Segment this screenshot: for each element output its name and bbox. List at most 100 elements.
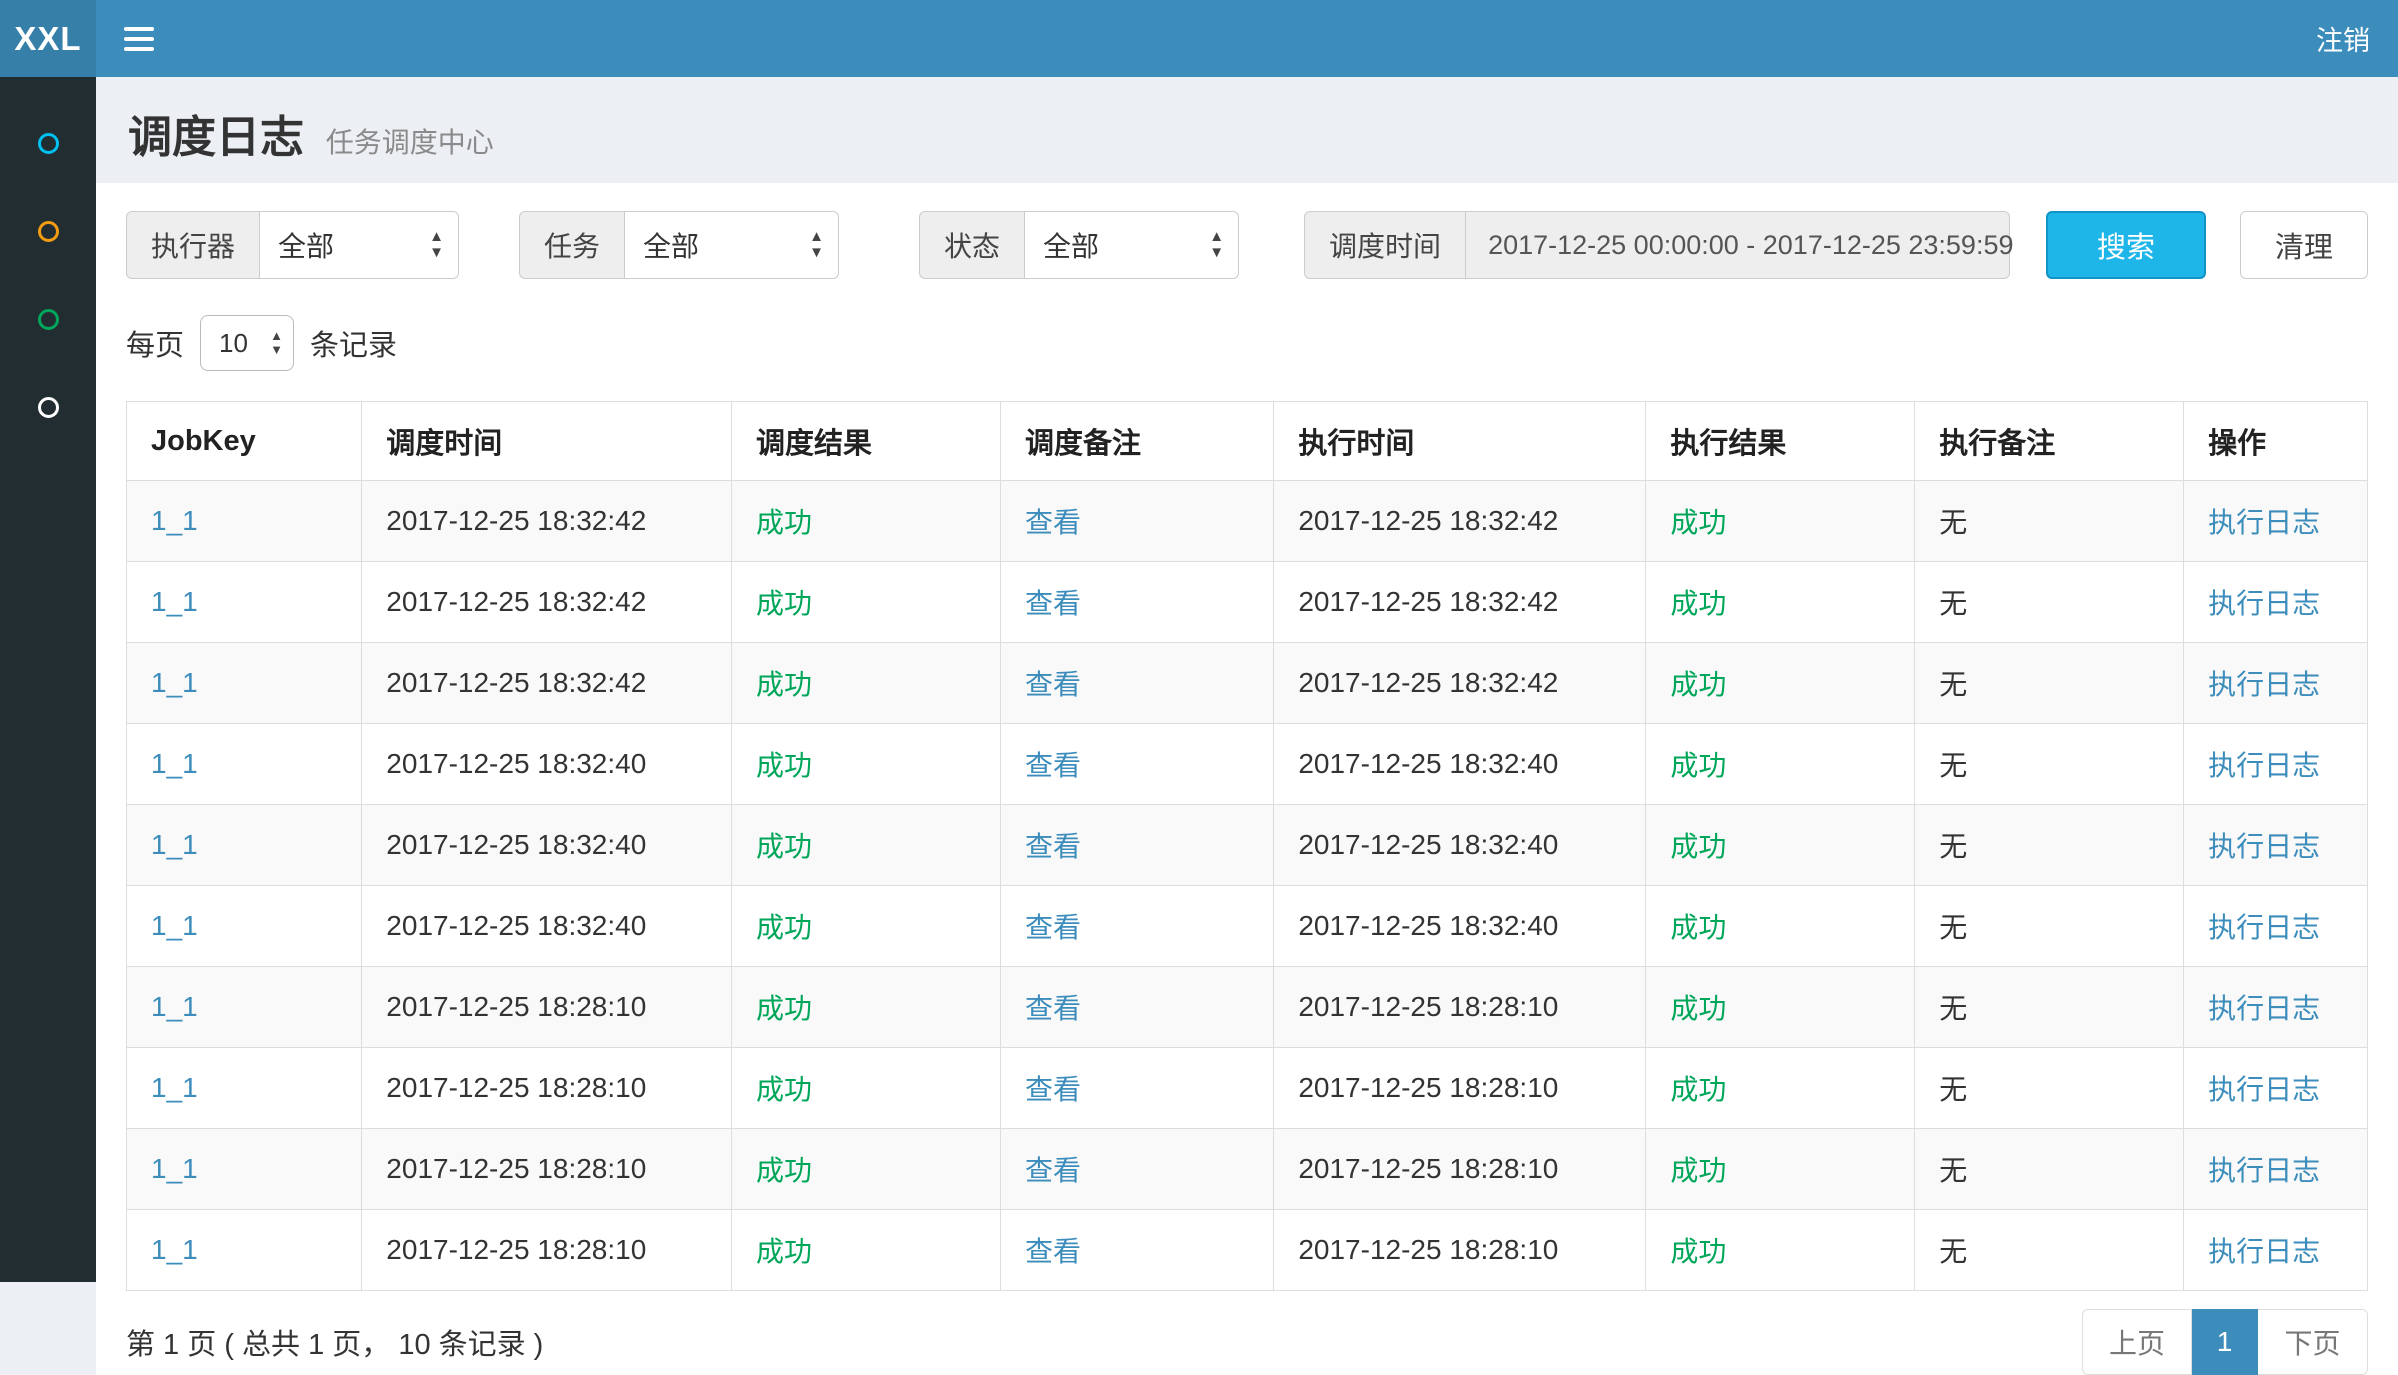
handle-result-cell: 成功 <box>1646 1210 1915 1291</box>
sidebar-item-4[interactable] <box>0 363 96 451</box>
trigger-memo-link[interactable]: 查看 <box>1025 1236 1081 1267</box>
trigger-memo-link[interactable]: 查看 <box>1025 1074 1081 1105</box>
trigger-memo-link[interactable]: 查看 <box>1025 669 1081 700</box>
filter-row: 执行器 全部 ▲▼ 任务 全部 ▲▼ 状态 全部 ▲▼ <box>126 211 2368 279</box>
log-table-head: JobKey 调度时间 调度结果 调度备注 执行时间 执行结果 执行备注 操作 <box>127 402 2368 481</box>
jobkey-link[interactable]: 1_1 <box>151 1234 198 1265</box>
exec-log-link-cell: 执行日志 <box>2184 724 2368 805</box>
circle-icon <box>38 221 59 242</box>
trigger-memo-link-cell: 查看 <box>1000 967 1273 1048</box>
jobkey-link-cell: 1_1 <box>127 1048 362 1129</box>
trigger-time-cell: 2017-12-25 18:32:40 <box>362 886 732 967</box>
exec-log-link-cell: 执行日志 <box>2184 1129 2368 1210</box>
job-filter: 任务 全部 ▲▼ <box>519 211 839 279</box>
jobkey-link[interactable]: 1_1 <box>151 1153 198 1184</box>
search-button[interactable]: 搜索 <box>2046 211 2206 279</box>
jobkey-link[interactable]: 1_1 <box>151 586 198 617</box>
exec-log-link[interactable]: 执行日志 <box>2208 912 2320 943</box>
exec-log-link[interactable]: 执行日志 <box>2208 831 2320 862</box>
next-page-button[interactable]: 下页 <box>2258 1309 2368 1375</box>
trigger-memo-link[interactable]: 查看 <box>1025 507 1081 538</box>
page-size-select[interactable]: 10 ▲▼ <box>200 315 294 371</box>
job-filter-value: 全部 <box>643 225 699 265</box>
column-header-trigger-time: 调度时间 <box>362 402 732 481</box>
exec-log-link[interactable]: 执行日志 <box>2208 669 2320 700</box>
sidebar-toggle-icon[interactable] <box>124 27 154 51</box>
main-content: 调度日志 任务调度中心 执行器 全部 ▲▼ 任务 全部 ▲▼ 状态 <box>96 77 2398 1282</box>
jobkey-link[interactable]: 1_1 <box>151 991 198 1022</box>
job-filter-select[interactable]: 全部 ▲▼ <box>624 211 839 279</box>
handle-memo-cell: 无 <box>1915 562 2184 643</box>
handle-result-cell: 成功 <box>1646 805 1915 886</box>
exec-log-link[interactable]: 执行日志 <box>2208 1074 2320 1105</box>
jobkey-link[interactable]: 1_1 <box>151 829 198 860</box>
handle-memo-cell: 无 <box>1915 1129 2184 1210</box>
jobkey-link[interactable]: 1_1 <box>151 667 198 698</box>
table-row: 1_12017-12-25 18:32:40成功查看2017-12-25 18:… <box>127 724 2368 805</box>
trigger-memo-link-cell: 查看 <box>1000 1048 1273 1129</box>
trigger-time-range-input[interactable]: 2017-12-25 00:00:00 - 2017-12-25 23:59:5… <box>1465 211 2010 279</box>
exec-log-link[interactable]: 执行日志 <box>2208 993 2320 1024</box>
exec-log-link[interactable]: 执行日志 <box>2208 588 2320 619</box>
table-row: 1_12017-12-25 18:28:10成功查看2017-12-25 18:… <box>127 1129 2368 1210</box>
column-header-trigger-memo: 调度备注 <box>1000 402 1273 481</box>
app-logo[interactable]: XXL <box>0 0 96 77</box>
trigger-memo-link-cell: 查看 <box>1000 724 1273 805</box>
column-header-action: 操作 <box>2184 402 2368 481</box>
jobkey-link-cell: 1_1 <box>127 562 362 643</box>
length-suffix-label: 条记录 <box>310 322 397 364</box>
executor-filter-select[interactable]: 全部 ▲▼ <box>259 211 459 279</box>
select-arrows-icon: ▲▼ <box>1209 229 1224 261</box>
jobkey-link[interactable]: 1_1 <box>151 505 198 536</box>
executor-filter-value: 全部 <box>278 225 334 265</box>
trigger-memo-link[interactable]: 查看 <box>1025 912 1081 943</box>
column-header-jobkey: JobKey <box>127 402 362 481</box>
handle-time-cell: 2017-12-25 18:28:10 <box>1274 1210 1646 1291</box>
trigger-time-cell: 2017-12-25 18:28:10 <box>362 1210 732 1291</box>
clear-button[interactable]: 清理 <box>2240 211 2368 279</box>
circle-icon <box>38 309 59 330</box>
exec-log-link[interactable]: 执行日志 <box>2208 507 2320 538</box>
sidebar-item-1[interactable] <box>0 99 96 187</box>
exec-log-link-cell: 执行日志 <box>2184 886 2368 967</box>
trigger-result-cell: 成功 <box>732 562 1001 643</box>
handle-memo-cell: 无 <box>1915 481 2184 562</box>
status-filter-select[interactable]: 全部 ▲▼ <box>1024 211 1239 279</box>
trigger-result-cell: 成功 <box>732 967 1001 1048</box>
prev-page-button[interactable]: 上页 <box>2082 1309 2192 1375</box>
trigger-time-cell: 2017-12-25 18:32:42 <box>362 562 732 643</box>
trigger-memo-link-cell: 查看 <box>1000 481 1273 562</box>
exec-log-link-cell: 执行日志 <box>2184 643 2368 724</box>
circle-icon <box>38 397 59 418</box>
exec-log-link[interactable]: 执行日志 <box>2208 1236 2320 1267</box>
trigger-memo-link[interactable]: 查看 <box>1025 588 1081 619</box>
table-row: 1_12017-12-25 18:32:42成功查看2017-12-25 18:… <box>127 562 2368 643</box>
trigger-memo-link-cell: 查看 <box>1000 886 1273 967</box>
trigger-time-cell: 2017-12-25 18:28:10 <box>362 1048 732 1129</box>
table-row: 1_12017-12-25 18:32:40成功查看2017-12-25 18:… <box>127 886 2368 967</box>
handle-time-cell: 2017-12-25 18:28:10 <box>1274 1048 1646 1129</box>
exec-log-link[interactable]: 执行日志 <box>2208 750 2320 781</box>
trigger-memo-link[interactable]: 查看 <box>1025 831 1081 862</box>
handle-time-cell: 2017-12-25 18:32:42 <box>1274 562 1646 643</box>
jobkey-link-cell: 1_1 <box>127 1210 362 1291</box>
page-1-button[interactable]: 1 <box>2192 1309 2258 1375</box>
pagination: 上页 1 下页 <box>2082 1309 2368 1375</box>
sidebar-item-3[interactable] <box>0 275 96 363</box>
trigger-memo-link[interactable]: 查看 <box>1025 1155 1081 1186</box>
log-table: JobKey 调度时间 调度结果 调度备注 执行时间 执行结果 执行备注 操作 … <box>126 401 2368 1291</box>
handle-result-cell: 成功 <box>1646 886 1915 967</box>
jobkey-link[interactable]: 1_1 <box>151 1072 198 1103</box>
trigger-memo-link-cell: 查看 <box>1000 1210 1273 1291</box>
table-row: 1_12017-12-25 18:32:42成功查看2017-12-25 18:… <box>127 643 2368 724</box>
sidebar-item-2[interactable] <box>0 187 96 275</box>
handle-memo-cell: 无 <box>1915 724 2184 805</box>
handle-memo-cell: 无 <box>1915 1048 2184 1129</box>
logout-link[interactable]: 注销 <box>2316 19 2370 58</box>
trigger-memo-link[interactable]: 查看 <box>1025 750 1081 781</box>
exec-log-link[interactable]: 执行日志 <box>2208 1155 2320 1186</box>
trigger-memo-link[interactable]: 查看 <box>1025 993 1081 1024</box>
jobkey-link[interactable]: 1_1 <box>151 910 198 941</box>
jobkey-link[interactable]: 1_1 <box>151 748 198 779</box>
handle-memo-cell: 无 <box>1915 886 2184 967</box>
